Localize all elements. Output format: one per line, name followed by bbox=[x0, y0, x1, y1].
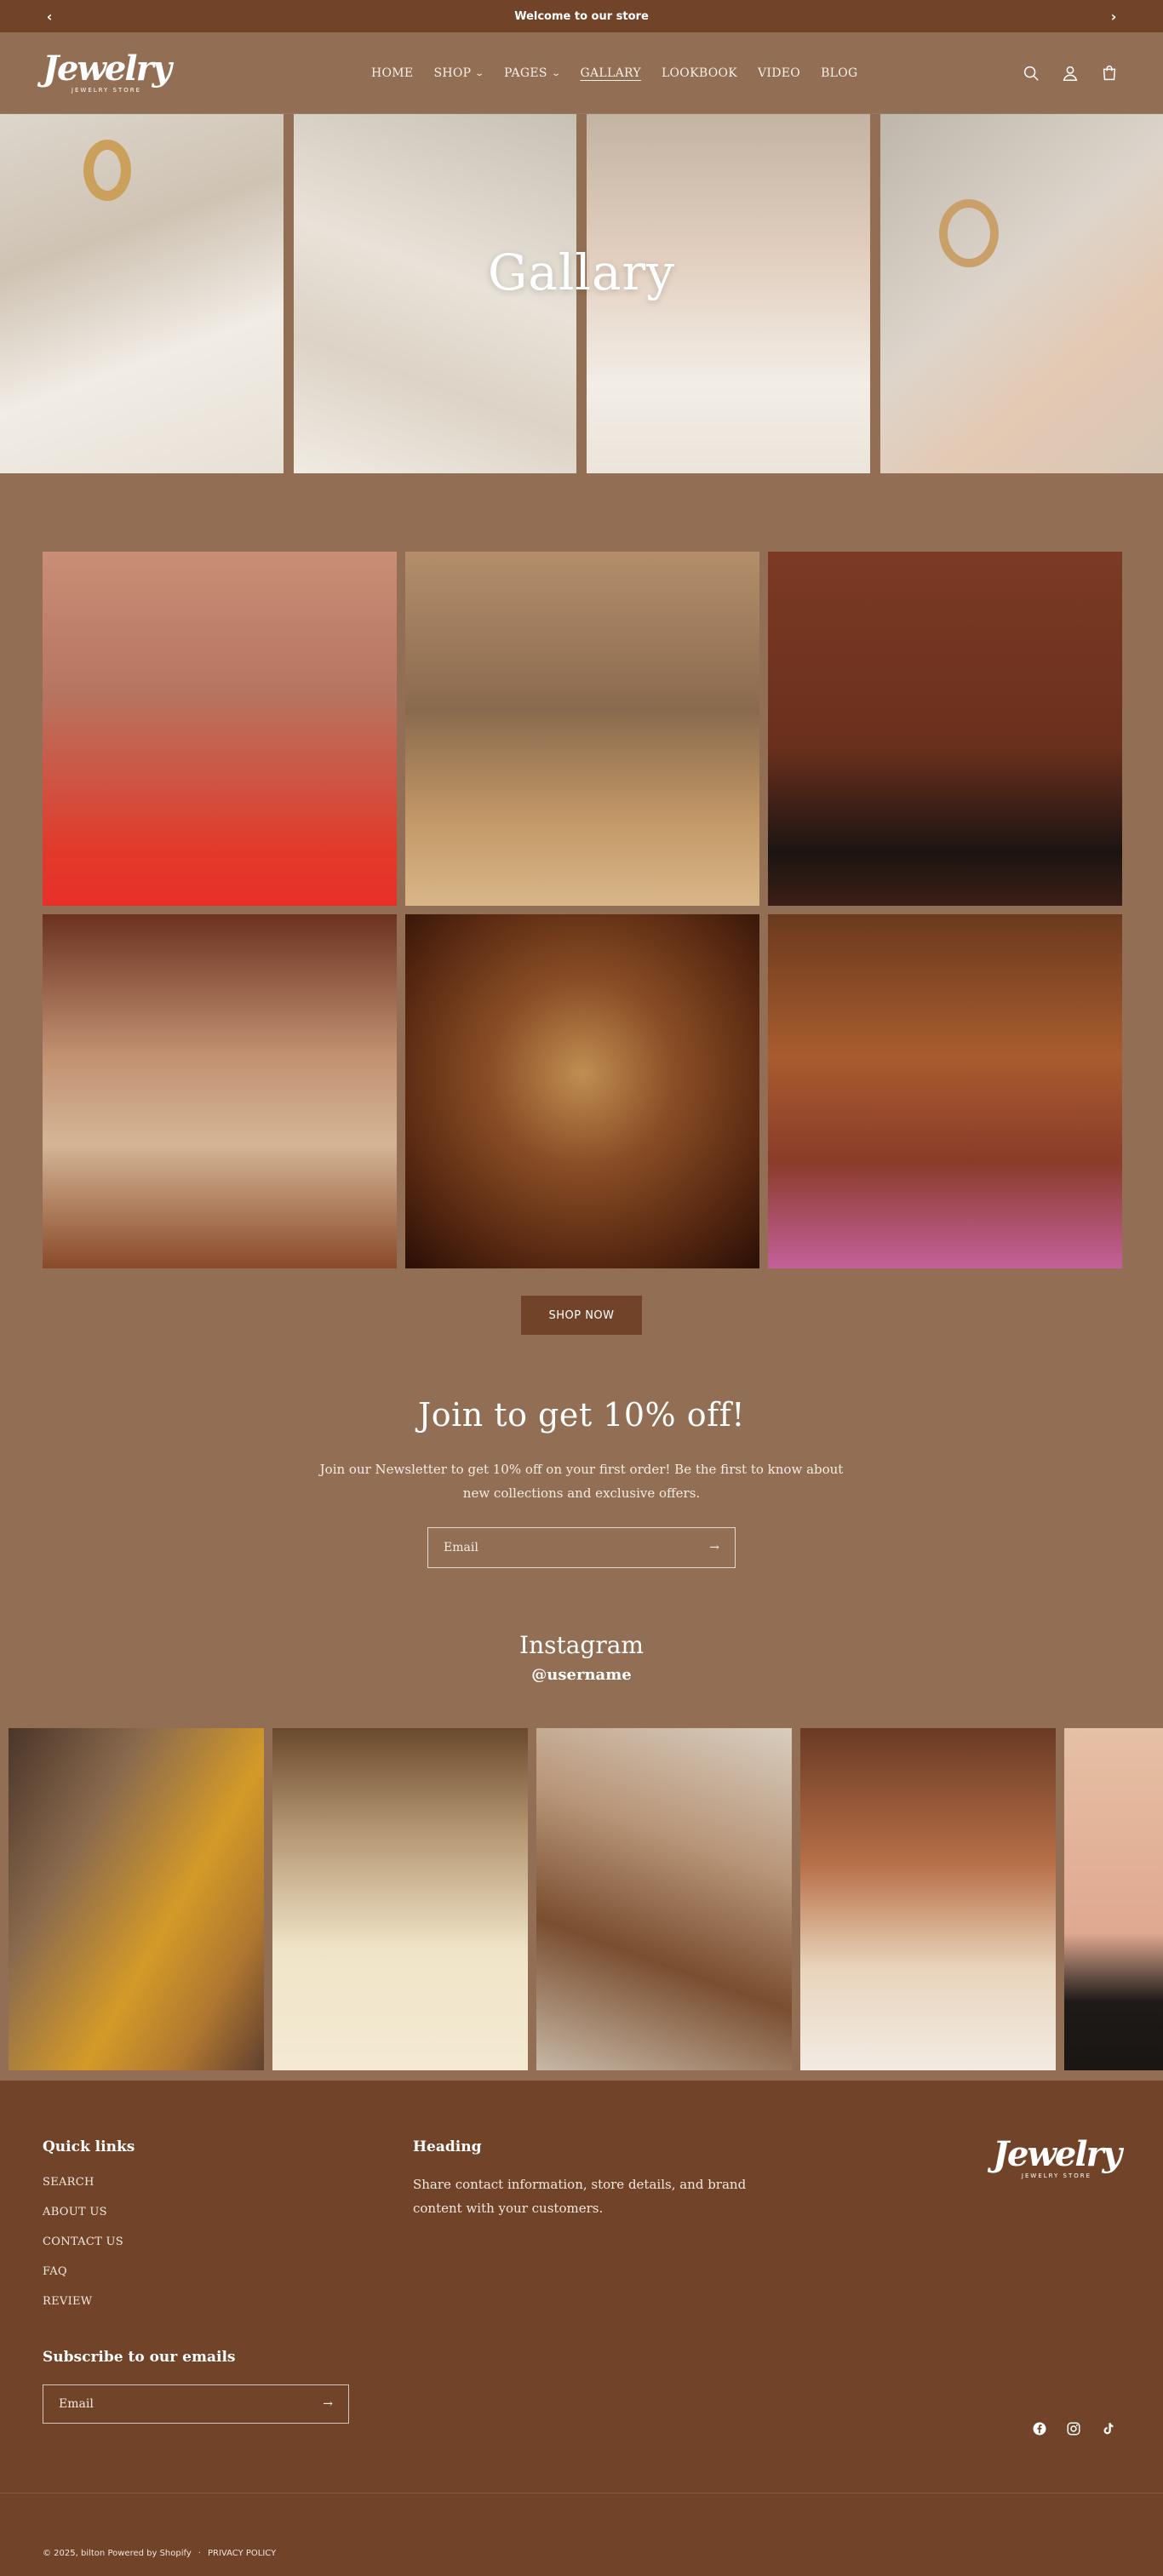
instagram-image[interactable] bbox=[9, 1728, 264, 2070]
subscribe-title: Subscribe to our emails bbox=[43, 2349, 349, 2366]
footer-link-contact[interactable]: CONTACT US bbox=[43, 2235, 135, 2248]
logo-wordmark: Jewelry bbox=[43, 53, 170, 85]
email-placeholder: Email bbox=[444, 1541, 478, 1554]
account-icon[interactable] bbox=[1061, 64, 1080, 83]
nav-item-lookbook[interactable]: LOOKBOOK bbox=[662, 66, 737, 80]
gallery-image-model-turtleneck[interactable] bbox=[43, 914, 397, 1268]
instagram-strip bbox=[0, 1728, 1163, 2070]
site-footer: Quick links SEARCH ABOUT US CONTACT US F… bbox=[0, 2081, 1163, 2576]
shop-now-wrapper: SHOP NOW bbox=[0, 1296, 1163, 1335]
instagram-title: Instagram bbox=[0, 1631, 1163, 1659]
earring-shape bbox=[83, 140, 131, 201]
newsletter-text: Join our Newsletter to get 10% off on yo… bbox=[309, 1457, 854, 1505]
cart-icon[interactable] bbox=[1100, 64, 1119, 83]
separator-dot: · bbox=[198, 2549, 201, 2558]
newsletter-email-field[interactable]: Email → bbox=[427, 1527, 736, 1568]
tiktok-icon[interactable] bbox=[1100, 2421, 1115, 2436]
newsletter-title: Join to get 10% off! bbox=[0, 1396, 1163, 1434]
footer-bottom: © 2025, bilton Powered by Shopify · PRIV… bbox=[43, 2549, 276, 2558]
newsletter-section: Join to get 10% off! Join our Newsletter… bbox=[0, 1396, 1163, 1568]
nav-item-shop[interactable]: SHOP⌄ bbox=[433, 66, 484, 80]
instagram-handle[interactable]: @username bbox=[0, 1666, 1163, 1684]
footer-heading-title: Heading bbox=[413, 2138, 762, 2155]
nav-item-blog[interactable]: BLOG bbox=[821, 66, 857, 80]
quick-links: Quick links SEARCH ABOUT US CONTACT US F… bbox=[43, 2138, 135, 2325]
prev-announcement-button[interactable]: ‹ bbox=[41, 9, 58, 25]
hero-banner: Gallary bbox=[0, 114, 1163, 473]
footer-logo[interactable]: Jewelry JEWELRY STORE bbox=[993, 2138, 1120, 2179]
privacy-policy-link[interactable]: PRIVACY POLICY bbox=[208, 2549, 276, 2558]
footer-link-review[interactable]: REVIEW bbox=[43, 2295, 135, 2308]
instagram-image[interactable] bbox=[272, 1728, 528, 2070]
next-announcement-button[interactable]: › bbox=[1105, 9, 1122, 25]
nav-item-gallary[interactable]: GALLARY bbox=[580, 66, 640, 80]
gallery-image-model-seated[interactable] bbox=[405, 552, 759, 906]
nav-item-pages[interactable]: PAGES⌄ bbox=[504, 66, 559, 80]
main-nav: HOME SHOP⌄ PAGES⌄ GALLARY LOOKBOOK VIDEO… bbox=[371, 32, 858, 114]
footer-link-about[interactable]: ABOUT US bbox=[43, 2206, 135, 2218]
footer-heading-block: Heading Share contact information, store… bbox=[413, 2138, 762, 2220]
gallery-image-pearl-necklace[interactable] bbox=[43, 552, 397, 906]
nav-item-video[interactable]: VIDEO bbox=[758, 66, 800, 80]
logo-wordmark: Jewelry bbox=[993, 2138, 1120, 2171]
arrow-right-icon[interactable]: → bbox=[323, 2397, 333, 2411]
chevron-down-icon: ⌄ bbox=[475, 69, 485, 78]
footer-subscribe: Subscribe to our emails Email → bbox=[43, 2349, 349, 2424]
social-links bbox=[1032, 2421, 1115, 2436]
instagram-icon[interactable] bbox=[1066, 2421, 1081, 2436]
gallery-image-model-black-dress[interactable] bbox=[768, 552, 1122, 906]
gallery-image-pendant[interactable] bbox=[405, 914, 759, 1268]
search-icon[interactable] bbox=[1022, 64, 1040, 83]
brand-logo[interactable]: Jewelry JEWELRY STORE bbox=[43, 53, 170, 94]
facebook-icon[interactable] bbox=[1032, 2421, 1047, 2436]
gallery-grid bbox=[0, 473, 1163, 1268]
announcement-text: Welcome to our store bbox=[514, 10, 649, 23]
chevron-down-icon: ⌄ bbox=[551, 69, 561, 78]
instagram-section: Instagram @username bbox=[0, 1631, 1163, 1684]
footer-link-search[interactable]: SEARCH bbox=[43, 2176, 135, 2189]
footer-email-field[interactable]: Email → bbox=[43, 2384, 349, 2424]
announcement-bar: ‹ Welcome to our store › bbox=[0, 0, 1163, 32]
shop-now-button[interactable]: SHOP NOW bbox=[521, 1296, 642, 1335]
quick-links-title: Quick links bbox=[43, 2138, 135, 2155]
site-header: Jewelry JEWELRY STORE HOME SHOP⌄ PAGES⌄ … bbox=[0, 32, 1163, 114]
arrow-right-icon[interactable]: → bbox=[709, 1541, 719, 1554]
instagram-image[interactable] bbox=[1064, 1728, 1163, 2070]
header-icons bbox=[1022, 32, 1119, 114]
instagram-image[interactable] bbox=[800, 1728, 1056, 2070]
gallery-image-model-earrings[interactable] bbox=[768, 914, 1122, 1268]
copyright-text: © 2025, bilton Powered by Shopify bbox=[43, 2549, 192, 2558]
nav-item-home[interactable]: HOME bbox=[371, 66, 413, 80]
footer-heading-text: Share contact information, store details… bbox=[413, 2172, 762, 2220]
footer-link-faq[interactable]: FAQ bbox=[43, 2265, 135, 2278]
logo-tagline: JEWELRY STORE bbox=[1022, 2172, 1091, 2179]
page-title: Gallary bbox=[0, 243, 1163, 301]
logo-tagline: JEWELRY STORE bbox=[72, 87, 141, 94]
instagram-image[interactable] bbox=[536, 1728, 792, 2070]
email-placeholder: Email bbox=[59, 2397, 94, 2411]
